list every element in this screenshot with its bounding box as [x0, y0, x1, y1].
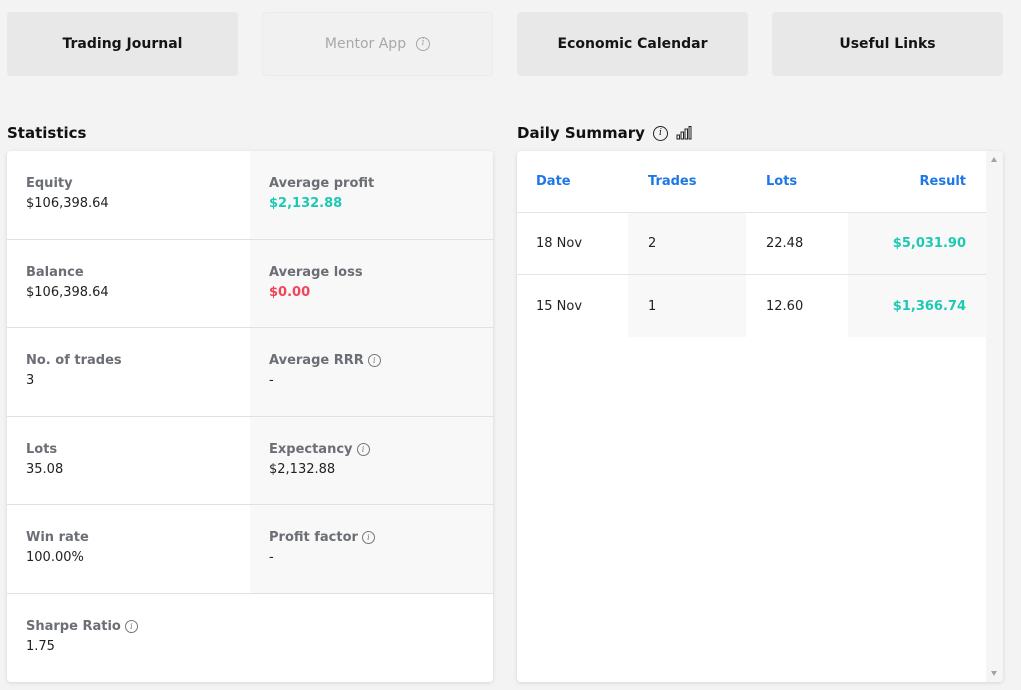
cell-date: 18 Nov: [536, 236, 583, 251]
mentor-app-label: Mentor App: [324, 36, 407, 52]
stat-expectancy: Expectancy i $2,132.88: [250, 416, 493, 505]
column-header-date[interactable]: Date: [517, 151, 628, 212]
stat-equity: Equity $106,398.64: [7, 151, 250, 240]
cell-lots: 12.60: [766, 298, 804, 314]
stat-value: 100.00%: [26, 550, 84, 565]
info-icon[interactable]: i: [367, 354, 381, 367]
stat-value: -: [269, 373, 274, 388]
info-icon[interactable]: i: [652, 125, 668, 141]
column-header-result[interactable]: Result: [848, 151, 986, 212]
column-header-trades[interactable]: Trades: [628, 151, 746, 212]
daily-summary-title-text: Daily Summary: [517, 124, 645, 142]
stat-label: Lots: [26, 441, 58, 457]
stat-profit-factor: Profit factor i -: [250, 505, 493, 594]
mentor-app-button[interactable]: Mentor App i: [262, 12, 493, 76]
cell-trades: 1: [628, 275, 746, 337]
stat-no-of-trades: No. of trades 3: [7, 328, 250, 417]
table-row[interactable]: 15 Nov 1 12.60 $1,366.74: [517, 275, 986, 337]
stat-label: Average profit: [269, 176, 375, 191]
table-row[interactable]: 18 Nov 2 22.48 $5,031.90: [517, 213, 986, 275]
stat-label: Average RRR i: [269, 352, 493, 369]
cell-trades: 2: [628, 213, 746, 274]
bar-chart-icon[interactable]: [676, 126, 692, 140]
stat-average-loss: Average loss $0.00: [250, 239, 493, 328]
stat-value: $106,398.64: [26, 196, 109, 211]
info-icon[interactable]: i: [416, 37, 431, 51]
stat-value: -: [269, 550, 274, 565]
stat-value: 35.08: [26, 461, 64, 477]
stat-label: Equity: [26, 176, 73, 191]
stat-sharpe-ratio: Sharpe Ratio i 1.75: [7, 593, 493, 682]
trading-journal-button[interactable]: Trading Journal: [7, 12, 238, 76]
stat-label: Win rate: [26, 530, 89, 545]
stat-label: No. of trades: [26, 353, 122, 368]
stat-label: Expectancy i: [269, 441, 493, 458]
stat-lots: Lots 35.08: [7, 416, 250, 505]
statistics-title-text: Statistics: [7, 124, 87, 142]
economic-calendar-label: Economic Calendar: [557, 36, 708, 52]
stat-label: Balance: [26, 264, 84, 280]
info-icon[interactable]: i: [124, 619, 138, 633]
stat-value: 3: [26, 373, 35, 388]
stat-average-rrr: Average RRR i -: [250, 328, 493, 417]
cell-lots: 22.48: [766, 236, 804, 251]
stat-balance: Balance $106,398.64: [7, 239, 250, 328]
cell-date: 15 Nov: [536, 298, 583, 314]
daily-summary-card: Date Trades Lots Result 18 Nov 2 22.48 $…: [517, 151, 1003, 682]
vertical-scrollbar[interactable]: [986, 151, 1003, 682]
stat-value: $106,398.64: [26, 284, 109, 300]
stat-value: $2,132.88: [269, 196, 343, 211]
daily-summary-title: Daily Summary i: [517, 124, 692, 142]
statistics-title: Statistics: [7, 124, 86, 142]
daily-summary-table: Date Trades Lots Result 18 Nov 2 22.48 $…: [517, 151, 986, 337]
table-header-row: Date Trades Lots Result: [517, 151, 986, 213]
info-icon[interactable]: i: [356, 442, 370, 456]
stat-label: Profit factor i: [269, 529, 493, 546]
useful-links-button[interactable]: Useful Links: [772, 12, 1003, 76]
stat-value: 1.75: [26, 638, 55, 654]
stat-win-rate: Win rate 100.00%: [7, 505, 250, 594]
cell-result: $1,366.74: [848, 275, 986, 337]
column-header-lots[interactable]: Lots: [746, 151, 848, 212]
stat-average-profit: Average profit $2,132.88: [250, 151, 493, 240]
stat-value: $2,132.88: [269, 461, 336, 477]
statistics-card: Equity $106,398.64 Average profit $2,132…: [7, 151, 493, 682]
scroll-down-arrow-icon[interactable]: [991, 671, 997, 676]
cell-result: $5,031.90: [848, 213, 986, 274]
stat-label: Average loss: [269, 264, 363, 280]
stat-value: $0.00: [269, 284, 311, 300]
trading-journal-label: Trading Journal: [62, 36, 183, 52]
info-icon[interactable]: i: [361, 531, 375, 544]
economic-calendar-button[interactable]: Economic Calendar: [517, 12, 748, 76]
scroll-up-arrow-icon[interactable]: [991, 157, 997, 162]
stat-label: Sharpe Ratio i: [26, 618, 493, 635]
useful-links-label: Useful Links: [839, 36, 936, 52]
